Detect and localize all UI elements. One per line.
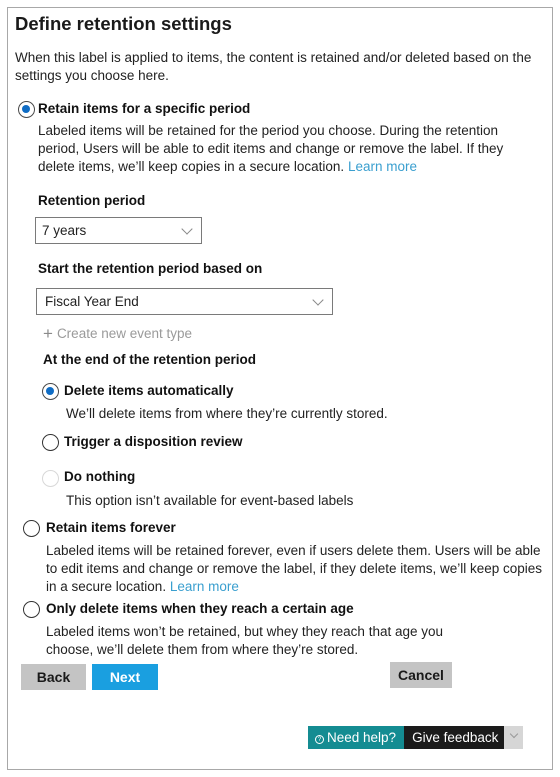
retain-forever-label[interactable]: Retain items forever	[46, 520, 176, 535]
retain-period-label[interactable]: Retain items for a specific period	[38, 101, 250, 116]
learn-more-link[interactable]: Learn more	[170, 579, 239, 594]
cancel-button[interactable]: Cancel	[390, 662, 452, 688]
chevron-down-icon	[181, 223, 193, 235]
delete-at-age-radio[interactable]	[23, 601, 40, 618]
retain-period-radio[interactable]	[18, 101, 35, 118]
back-button[interactable]: Back	[21, 664, 86, 690]
plus-icon: +	[43, 324, 53, 343]
retention-period-label: Retention period	[38, 193, 146, 208]
help-feedback-bar: ? Need help? Give feedback	[308, 726, 524, 749]
do-nothing-radio	[42, 470, 59, 487]
retention-period-dropdown[interactable]: 7 years	[35, 217, 202, 244]
need-help-label: Need help?	[327, 730, 397, 745]
create-event-type-link[interactable]: + Create new event type	[43, 324, 192, 344]
delete-automatically-radio[interactable]	[42, 383, 59, 400]
feedback-collapse-button[interactable]	[504, 726, 524, 749]
disposition-review-label[interactable]: Trigger a disposition review	[64, 434, 243, 449]
create-event-type-label: Create new event type	[56, 326, 193, 341]
retain-forever-radio[interactable]	[23, 520, 40, 537]
help-icon: ?	[315, 735, 324, 744]
delete-automatically-description: We’ll delete items from where they’re cu…	[66, 406, 388, 421]
end-of-period-label: At the end of the retention period	[43, 352, 256, 367]
give-feedback-button[interactable]: Give feedback	[404, 726, 505, 749]
do-nothing-description: This option isn’t available for event-ba…	[66, 493, 354, 508]
next-button[interactable]: Next	[92, 664, 158, 690]
retain-period-description-text: Labeled items will be retained for the p…	[38, 123, 504, 174]
delete-at-age-label[interactable]: Only delete items when they reach a cert…	[46, 601, 354, 616]
do-nothing-label: Do nothing	[64, 469, 136, 484]
retain-forever-description-text: Labeled items will be retained forever, …	[46, 543, 543, 594]
need-help-button[interactable]: ? Need help?	[308, 726, 405, 749]
delete-automatically-label[interactable]: Delete items automatically	[64, 383, 234, 398]
chevron-down-icon	[312, 294, 324, 306]
start-based-on-value: Fiscal Year End	[45, 294, 139, 309]
retain-period-description: Labeled items will be retained for the p…	[38, 122, 543, 176]
delete-at-age-description: Labeled items won’t be retained, but whe…	[46, 624, 444, 657]
retention-period-value: 7 years	[42, 223, 87, 238]
page-title: Define retention settings	[15, 13, 232, 34]
chevron-down-icon	[510, 729, 519, 739]
learn-more-link[interactable]: Learn more	[348, 159, 417, 174]
start-based-on-label: Start the retention period based on	[38, 261, 263, 276]
retain-forever-description: Labeled items will be retained forever, …	[46, 542, 551, 596]
disposition-review-radio[interactable]	[42, 434, 59, 451]
start-based-on-dropdown[interactable]: Fiscal Year End	[36, 288, 333, 315]
intro-text: When this label is applied to items, the…	[15, 50, 532, 83]
